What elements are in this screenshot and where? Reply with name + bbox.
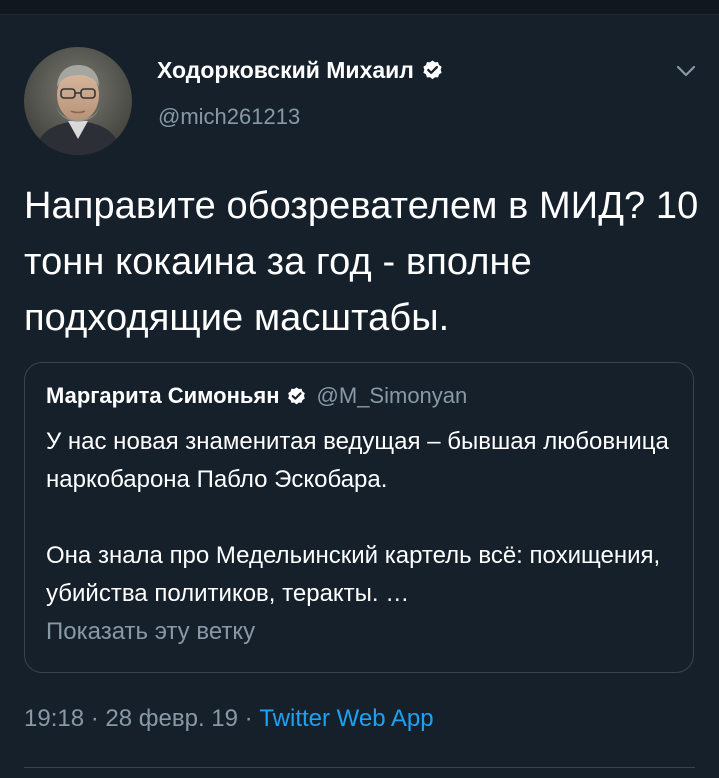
quoted-tweet-card[interactable]: Маргарита Симоньян @M_Simonyan У нас нов… — [24, 362, 694, 673]
quoted-verified-badge-icon — [286, 386, 307, 407]
quoted-tweet-header: Маргарита Симоньян @M_Simonyan — [46, 383, 467, 409]
top-divider — [0, 0, 719, 15]
bottom-divider — [24, 767, 695, 768]
quoted-tweet-text: У нас новая знаменитая ведущая – бывшая … — [46, 423, 676, 613]
meta-separator: · — [84, 705, 106, 732]
quoted-paragraph-1: У нас новая знаменитая ведущая – бывшая … — [46, 428, 669, 493]
avatar[interactable] — [24, 47, 132, 155]
author-handle[interactable]: @mich261213 — [158, 104, 300, 130]
tweet-date[interactable]: 28 февр. 19 — [105, 705, 238, 732]
quoted-author-name: Маргарита Симоньян — [46, 383, 280, 408]
tweet: Ходорковский Михаил @mich261213 Направит… — [0, 15, 719, 778]
avatar-photo — [24, 47, 132, 155]
show-thread-link[interactable]: Показать эту ветку — [46, 618, 255, 646]
author-name[interactable]: Ходорковский Михаил — [157, 57, 444, 84]
tweet-meta: 19:18 · 28 февр. 19 · Twitter Web App — [24, 705, 434, 733]
chevron-down-icon[interactable] — [674, 59, 698, 83]
quoted-author-handle: @M_Simonyan — [316, 383, 468, 408]
meta-separator: · — [237, 705, 260, 732]
quoted-paragraph-2: Она знала про Медельинский картель всё: … — [46, 542, 661, 607]
tweet-text: Направите обозревателем в МИД? 10 тонн к… — [24, 185, 699, 339]
verified-badge-icon — [421, 59, 444, 82]
tweet-source-link[interactable]: Twitter Web App — [259, 705, 433, 732]
tweet-time[interactable]: 19:18 — [24, 705, 84, 732]
author-name-text: Ходорковский Михаил — [157, 57, 414, 83]
